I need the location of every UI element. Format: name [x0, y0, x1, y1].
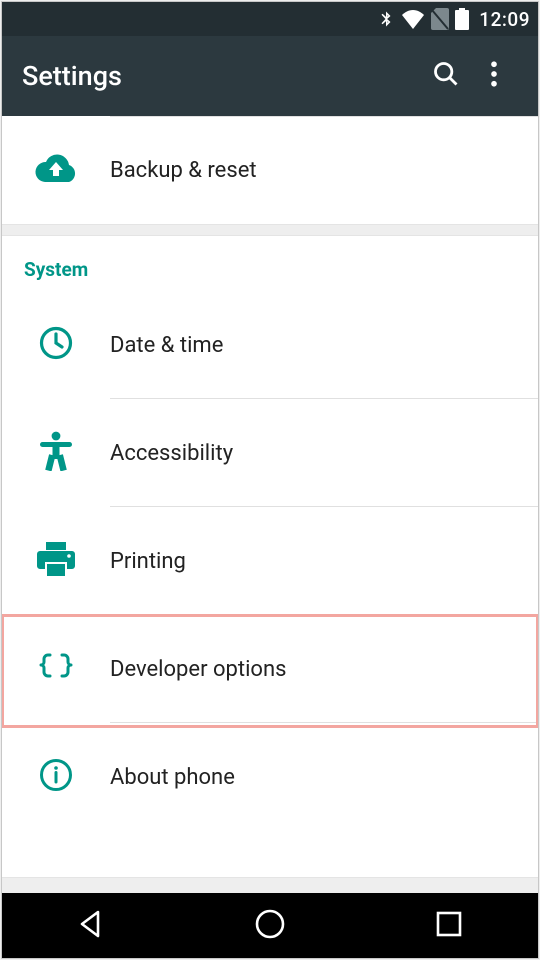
- settings-item-label: About phone: [110, 765, 235, 790]
- settings-item-label: Developer options: [110, 657, 286, 682]
- clock-icon: [39, 326, 73, 364]
- nav-recents-button[interactable]: [399, 893, 499, 958]
- search-icon: [432, 60, 460, 92]
- settings-item-about-phone[interactable]: About phone: [2, 723, 538, 831]
- settings-item-date-time[interactable]: Date & time: [2, 291, 538, 399]
- status-clock: 12:09: [479, 8, 530, 31]
- settings-item-developer-options[interactable]: Developer options: [2, 615, 538, 723]
- battery-icon: [455, 8, 469, 30]
- overflow-menu-button[interactable]: [470, 52, 518, 100]
- section-header-system: System: [2, 236, 538, 291]
- settings-item-backup-reset[interactable]: Backup & reset: [2, 116, 538, 224]
- accessibility-icon: [39, 431, 73, 475]
- app-bar: Settings: [2, 36, 538, 116]
- back-icon: [76, 909, 106, 943]
- cloud-upload-icon: [35, 153, 77, 187]
- recents-icon: [436, 911, 462, 941]
- section-divider: [2, 224, 538, 236]
- settings-item-label: Backup & reset: [110, 158, 257, 183]
- info-icon: [39, 758, 73, 796]
- settings-item-label: Accessibility: [110, 441, 233, 466]
- nav-back-button[interactable]: [41, 893, 141, 958]
- printer-icon: [37, 542, 75, 580]
- no-sim-icon: [431, 8, 449, 30]
- bluetooth-icon: [377, 8, 395, 30]
- more-vert-icon: [490, 61, 498, 91]
- settings-item-printing[interactable]: Printing: [2, 507, 538, 615]
- navigation-bar: [2, 893, 538, 958]
- nav-home-button[interactable]: [220, 893, 320, 958]
- braces-icon: [37, 652, 75, 686]
- search-button[interactable]: [422, 52, 470, 100]
- settings-item-accessibility[interactable]: Accessibility: [2, 399, 538, 507]
- bottom-gap: [2, 877, 538, 893]
- home-icon: [254, 908, 286, 944]
- settings-item-label: Date & time: [110, 333, 223, 358]
- wifi-icon: [401, 9, 425, 29]
- settings-list[interactable]: Backup & reset System Date & time: [2, 116, 538, 877]
- settings-item-label: Printing: [110, 549, 186, 574]
- status-bar: 12:09: [2, 2, 538, 36]
- page-title: Settings: [22, 60, 422, 92]
